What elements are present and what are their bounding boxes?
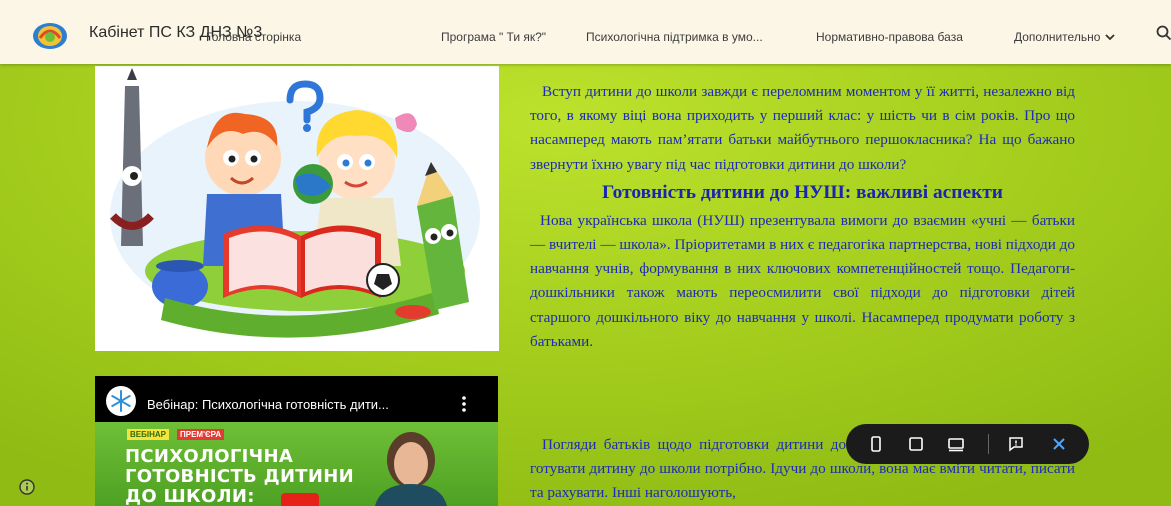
nav-program[interactable]: Програма " Ти як?" bbox=[441, 30, 546, 44]
site-logo[interactable] bbox=[31, 20, 69, 50]
nush-paragraph: Нова українська школа (НУШ) презентувала… bbox=[530, 211, 1075, 350]
video-title-bar: Вебінар: Психологічна готовність дити... bbox=[95, 376, 498, 420]
chevron-down-icon bbox=[1105, 33, 1116, 40]
section-heading: Готовність дитини до НУШ: важливі аспект… bbox=[602, 181, 1003, 203]
site-header: Кабінет ПС КЗ ДНЗ №3 Головна сторінка Пр… bbox=[0, 0, 1171, 64]
nav-legal-base[interactable]: Нормативно-правова база bbox=[816, 30, 963, 44]
play-button[interactable] bbox=[281, 493, 319, 506]
desktop-view-icon[interactable] bbox=[948, 436, 964, 452]
children-reading-illustration bbox=[95, 66, 499, 351]
article-content: Вступ дитини до школи завжди є переломни… bbox=[530, 80, 1075, 354]
webinar-tag: ВЕБІНАР bbox=[127, 429, 169, 440]
toolbar-divider bbox=[988, 434, 989, 454]
video-headline-1: ПСИХОЛОГІЧНА bbox=[125, 446, 294, 467]
nav-psych-support[interactable]: Психологічна підтримка в умо... bbox=[586, 30, 763, 44]
feedback-icon[interactable] bbox=[1008, 436, 1024, 452]
search-icon[interactable] bbox=[1156, 25, 1171, 41]
video-title[interactable]: Вебінар: Психологічна готовність дити... bbox=[147, 397, 389, 412]
snowflake-icon[interactable] bbox=[106, 386, 136, 416]
tablet-view-icon[interactable] bbox=[908, 436, 924, 452]
more-vert-icon[interactable] bbox=[462, 396, 466, 412]
video-headline-2: ГОТОВНІСТЬ ДИТИНИ bbox=[125, 466, 354, 487]
close-icon[interactable] bbox=[1051, 436, 1067, 452]
video-player[interactable]: ВЕБІНАР ПРЕМ'ЄРА ПСИХОЛОГІЧНА ГОТОВНІСТЬ… bbox=[95, 376, 498, 506]
presenter-photo bbox=[375, 432, 447, 506]
premiere-tag: ПРЕМ'ЄРА bbox=[177, 429, 225, 440]
nav-more-label: Дополнительно bbox=[1014, 30, 1101, 44]
phone-view-icon[interactable] bbox=[868, 436, 884, 452]
nav-home[interactable]: Головна сторінка bbox=[206, 30, 301, 44]
video-headline-3: ДО ШКОЛИ: bbox=[125, 486, 255, 506]
nav-more[interactable]: Дополнительно bbox=[1014, 30, 1116, 44]
preview-toolbar bbox=[846, 424, 1089, 464]
intro-paragraph: Вступ дитини до школи завжди є переломни… bbox=[530, 83, 1075, 173]
info-icon[interactable] bbox=[19, 479, 35, 495]
